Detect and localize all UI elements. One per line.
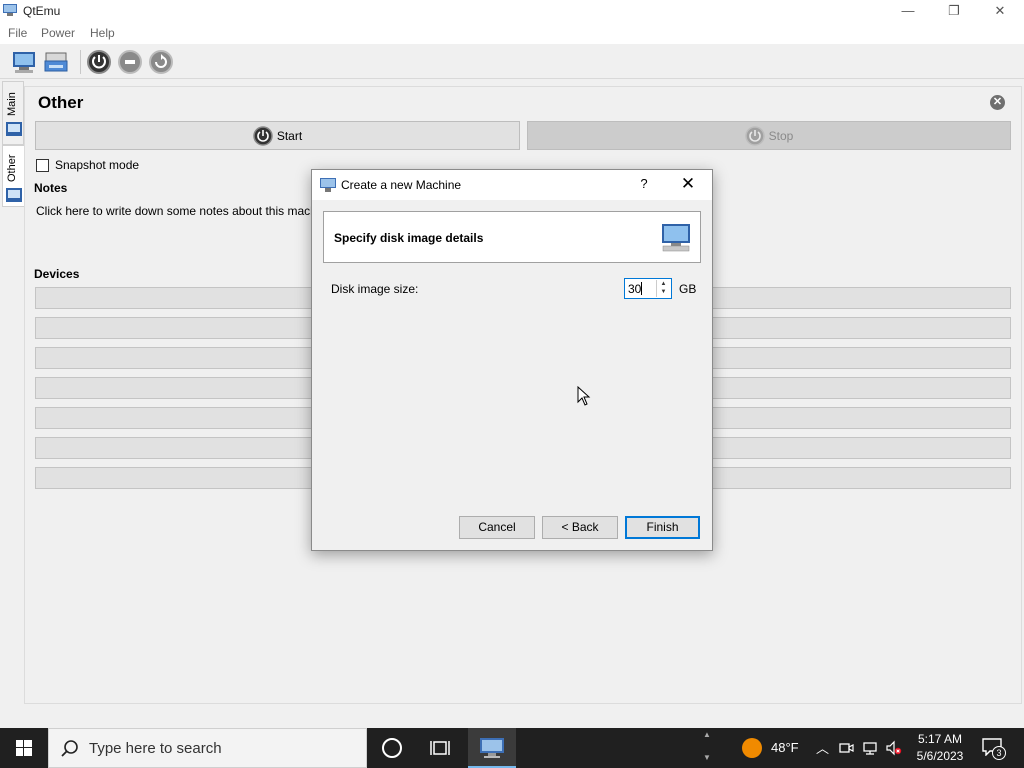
new-machine-icon[interactable]: [11, 49, 37, 75]
machine-icon: [6, 122, 22, 136]
reset-icon[interactable]: [148, 49, 174, 75]
window-title: QtEmu: [23, 4, 61, 18]
stop-button[interactable]: Stop: [527, 121, 1011, 150]
search-placeholder: Type here to search: [89, 740, 222, 757]
volume-muted-icon[interactable]: [886, 740, 902, 756]
import-machine-icon[interactable]: [43, 49, 69, 75]
snapshot-mode-checkbox[interactable]: Snapshot mode: [36, 158, 139, 172]
task-view-icon[interactable]: [430, 739, 450, 757]
notifications-button[interactable]: 3: [982, 738, 1006, 760]
cortana-icon[interactable]: [382, 738, 402, 758]
toolbar: [0, 44, 1024, 79]
computer-icon: [662, 224, 690, 252]
restore-button[interactable]: ❐: [931, 0, 977, 22]
qtemu-app-icon: [3, 4, 17, 16]
disk-size-spinbox[interactable]: 30 ▲ ▼: [624, 278, 672, 299]
notes-field[interactable]: Click here to write down some notes abou…: [36, 204, 336, 218]
window-titlebar: QtEmu — ❐ ✕: [0, 0, 1024, 22]
tab-main-label: Main: [6, 92, 18, 116]
menu-help[interactable]: Help: [90, 26, 115, 40]
spin-up-icon[interactable]: ▲: [657, 280, 670, 288]
notes-heading: Notes: [34, 181, 68, 195]
taskbar-scroll-arrows[interactable]: ▲ ▼: [700, 730, 714, 766]
spin-down-icon[interactable]: ▼: [657, 288, 670, 296]
create-machine-dialog: Create a new Machine ? ✕ Specify disk im…: [311, 169, 713, 551]
disk-size-value[interactable]: 30: [628, 282, 641, 296]
close-window-button[interactable]: ✕: [977, 0, 1023, 22]
clock-date: 5/6/2023: [916, 749, 964, 763]
disk-size-unit: GB: [679, 282, 697, 296]
menu-power[interactable]: Power: [41, 26, 75, 40]
power-on-icon[interactable]: [86, 49, 112, 75]
cancel-button[interactable]: Cancel: [459, 516, 535, 539]
disk-size-label: Disk image size:: [331, 282, 419, 296]
qtemu-app-icon: [320, 178, 336, 192]
menu-file[interactable]: File: [8, 26, 27, 40]
search-input[interactable]: Type here to search: [48, 728, 367, 768]
spin-arrows[interactable]: ▲ ▼: [656, 280, 670, 297]
qtemu-app-icon: [480, 738, 504, 758]
minimize-button[interactable]: —: [885, 0, 931, 22]
clock[interactable]: 5:17 AM 5/6/2023: [912, 731, 968, 765]
devices-heading: Devices: [34, 267, 80, 281]
taskbar-qtemu-app[interactable]: [468, 728, 516, 768]
wizard-step-title: Specify disk image details: [334, 231, 484, 245]
dialog-close-button[interactable]: ✕: [676, 174, 700, 194]
start-button[interactable]: Start: [35, 121, 520, 150]
tab-other-label: Other: [6, 154, 18, 182]
clock-time: 5:17 AM: [917, 732, 963, 746]
side-tab-strip: Main Other: [0, 79, 24, 704]
menu-bar: File Power Help: [0, 22, 1024, 44]
start-label: Start: [276, 128, 303, 143]
power-off-icon[interactable]: [117, 49, 143, 75]
show-hidden-icons-icon[interactable]: ︿: [816, 738, 829, 757]
taskbar: Type here to search ▲ ▼ 48°F ︿ 5:17 AM 5…: [0, 728, 1024, 768]
power-icon: [253, 125, 273, 146]
machine-title: Other: [38, 93, 84, 112]
windows-start-icon[interactable]: [0, 728, 48, 768]
notification-badge: 3: [992, 746, 1006, 760]
temperature[interactable]: 48°F: [771, 740, 799, 755]
toolbar-separator: [80, 50, 81, 74]
network-icon[interactable]: [862, 740, 878, 756]
meet-now-icon[interactable]: [838, 740, 854, 756]
weather-icon[interactable]: [742, 738, 762, 758]
help-button[interactable]: ?: [634, 176, 654, 191]
machine-icon: [6, 188, 22, 202]
mouse-cursor-icon: [577, 386, 591, 406]
dialog-titlebar: Create a new Machine ? ✕: [312, 170, 712, 200]
scroll-up-icon[interactable]: ▲: [700, 730, 714, 739]
stop-label: Stop: [768, 128, 794, 143]
tab-main[interactable]: Main: [2, 81, 24, 145]
scroll-down-icon[interactable]: ▼: [700, 753, 714, 762]
dialog-title: Create a new Machine: [341, 178, 462, 192]
close-machine-icon[interactable]: ✕: [990, 95, 1005, 110]
back-button[interactable]: < Back: [542, 516, 618, 539]
search-icon: [61, 740, 78, 757]
finish-button[interactable]: Finish: [625, 516, 700, 539]
checkbox-box[interactable]: [36, 158, 49, 172]
wizard-header: Specify disk image details: [323, 211, 701, 263]
text-caret: [641, 282, 642, 295]
tab-other[interactable]: Other: [2, 145, 24, 207]
snapshot-mode-label: Snapshot mode: [55, 158, 140, 172]
stop-icon: [744, 125, 765, 146]
